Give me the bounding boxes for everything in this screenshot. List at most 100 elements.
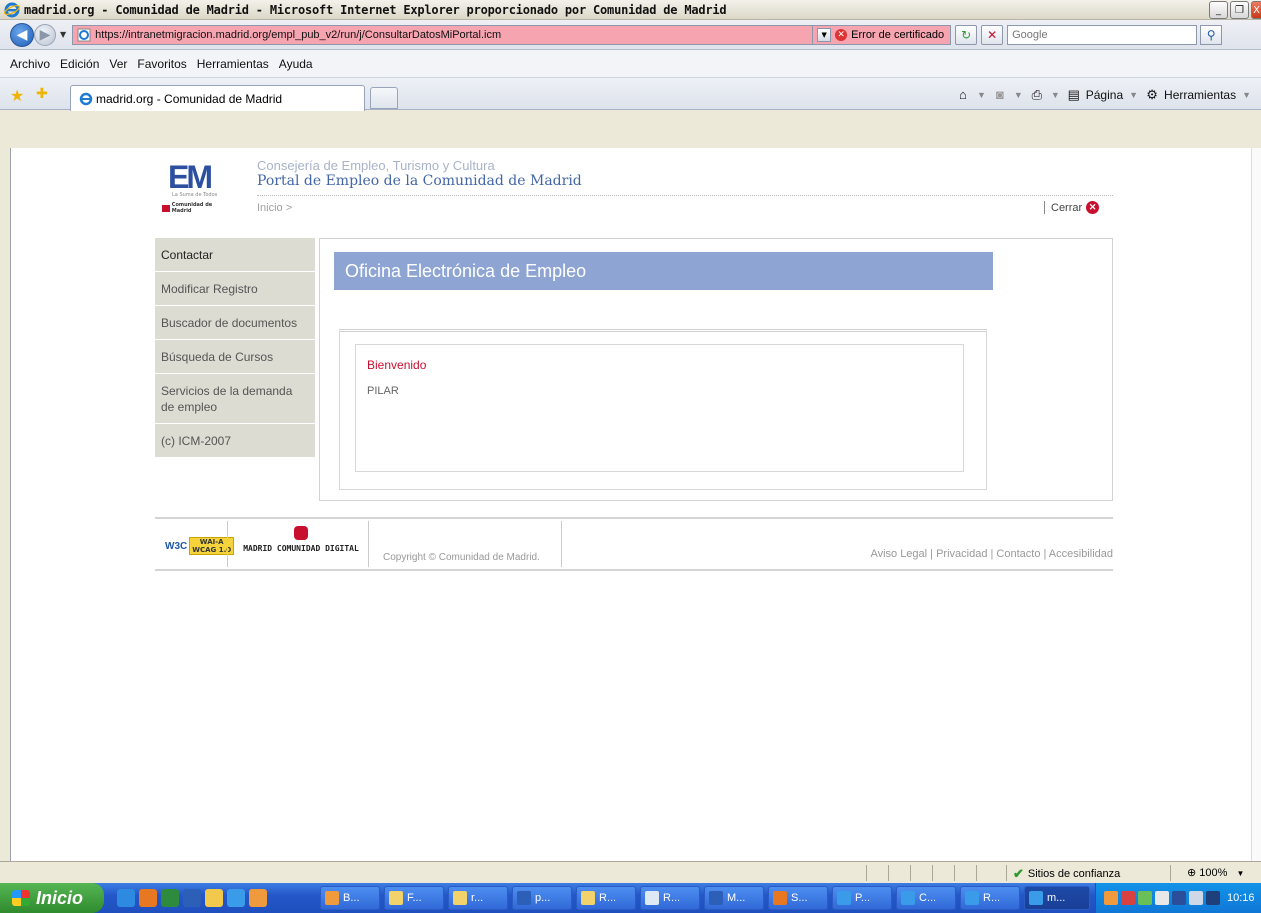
nav-item-busqueda-cursos[interactable]: Búsqueda de Cursos (155, 340, 315, 374)
page-title: Portal de Empleo de la Comunidad de Madr… (257, 173, 582, 189)
tray-monitor-icon[interactable] (1172, 891, 1186, 905)
user-name: PILAR (367, 385, 399, 397)
vertical-scrollbar[interactable] (1251, 148, 1261, 861)
taskbar-button-active[interactable]: m... (1024, 886, 1090, 910)
nav-item-copyright: (c) ICM-2007 (155, 424, 315, 458)
stop-button[interactable]: ✕ (981, 24, 1004, 45)
menu-favoritos[interactable]: Favoritos (132, 57, 191, 71)
taskbar-button[interactable]: B... (320, 886, 380, 910)
tray-clock-icon[interactable] (1189, 891, 1203, 905)
tools-menu[interactable]: Herramientas (1164, 88, 1236, 102)
refresh-button[interactable]: ↻ (955, 24, 978, 45)
close-icon: ✕ (1086, 201, 1100, 214)
feeds-icon[interactable]: ◙ (992, 87, 1008, 103)
start-button[interactable]: Inicio (0, 883, 104, 913)
taskbar-button[interactable]: p... (512, 886, 572, 910)
tab-active[interactable]: madrid.org - Comunidad de Madrid (70, 85, 365, 111)
minimize-button[interactable]: _ (1209, 1, 1228, 19)
tab-label: madrid.org - Comunidad de Madrid (96, 91, 283, 106)
ie-icon (965, 891, 979, 905)
taskbar-button[interactable]: R... (960, 886, 1020, 910)
taskbar-button[interactable]: M... (704, 886, 764, 910)
madrid-flag-icon (162, 204, 170, 212)
trusted-check-icon: ✔ (1013, 866, 1024, 881)
print-icon[interactable]: ⎙ (1029, 87, 1045, 103)
nav-item-contactar[interactable]: Contactar (155, 238, 315, 272)
comunidad-madrid-logo[interactable]: EM La Suma de Todos Comunidad de Madrid (162, 160, 232, 216)
footer-separator (561, 521, 562, 567)
quick-launch (117, 889, 267, 907)
volume-icon[interactable] (1155, 891, 1169, 905)
certificate-error-icon: ✕ (835, 28, 848, 41)
madrid-comunidad-digital-logo[interactable]: MADRID COMUNIDAD DIGITAL (241, 526, 361, 553)
footer-links[interactable]: Aviso Legal | Privacidad | Contacto | Ac… (870, 548, 1113, 560)
windows-taskbar: Inicio B... F... r... p... R... R... M..… (0, 883, 1261, 913)
command-bar: ⌂ ▼ ◙ ▼ ⎙ ▼ ▤ Página ▼ ⚙ Herramientas ▼ (955, 87, 1253, 103)
ie2-quicklaunch-icon[interactable] (227, 889, 245, 907)
mail-icon (453, 891, 467, 905)
tray-network-icon[interactable] (1138, 891, 1152, 905)
home-icon[interactable]: ⌂ (955, 87, 971, 103)
taskbar-button[interactable]: r... (448, 886, 508, 910)
search-input[interactable]: Google (1007, 24, 1198, 45)
word-quicklaunch-icon[interactable] (183, 889, 201, 907)
menu-edicion[interactable]: Edición (55, 57, 104, 71)
firefox-quicklaunch-icon[interactable] (139, 889, 157, 907)
forward-button[interactable]: ▶ (34, 23, 56, 46)
page-menu-icon: ▤ (1067, 87, 1080, 102)
taskbar-button[interactable]: C... (896, 886, 956, 910)
taskbar-button[interactable]: R... (576, 886, 636, 910)
menu-ayuda[interactable]: Ayuda (274, 57, 318, 71)
taskbar-button[interactable]: S... (768, 886, 828, 910)
close-session-label: Cerrar (1051, 201, 1083, 214)
address-dropdown-icon[interactable]: ▼ (817, 27, 832, 42)
taskbar-button[interactable]: R... (640, 886, 700, 910)
w3c-wai-badge[interactable]: W3C WAI-A WCAG 1.0 (165, 537, 235, 555)
zoom-icon: ⊕ (1187, 867, 1197, 879)
ie-quicklaunch-icon[interactable] (117, 889, 135, 907)
logo-tagline: La Suma de Todos (172, 192, 218, 198)
page-ie-icon (77, 28, 91, 41)
folder-quicklaunch-icon[interactable] (205, 889, 223, 907)
back-button[interactable]: ◀ (10, 22, 34, 47)
mcd-text: MADRID COMUNIDAD DIGITAL (243, 544, 359, 553)
certificate-error-area[interactable]: ▼ ✕ Error de certificado (813, 24, 952, 45)
breadcrumb[interactable]: Inicio > (257, 202, 292, 214)
zoom-level[interactable]: ⊕ 100% ▼ (1187, 866, 1244, 879)
taskbar-button[interactable]: P... (832, 886, 892, 910)
nav-item-buscador-documentos[interactable]: Buscador de documentos (155, 306, 315, 340)
new-tab-button[interactable] (370, 87, 398, 109)
header-divider (257, 195, 1113, 196)
address-field[interactable]: https://intranetmigracion.madrid.org/emp… (72, 24, 814, 45)
window-title-bar: madrid.org - Comunidad de Madrid - Micro… (0, 0, 1261, 20)
nav-item-modificar-registro[interactable]: Modificar Registro (155, 272, 315, 306)
tray-display-icon[interactable] (1206, 891, 1220, 905)
security-zone[interactable]: ✔ Sitios de confianza (1013, 866, 1120, 882)
close-window-button[interactable]: X (1251, 1, 1261, 19)
status-bar: ✔ Sitios de confianza ⊕ 100% ▼ (0, 861, 1261, 883)
page-menu[interactable]: Página (1086, 88, 1123, 102)
w3c-logo: W3C (165, 540, 188, 552)
add-favorite-icon[interactable]: ✚ (36, 86, 48, 102)
search-icon[interactable]: ⚲ (1200, 24, 1223, 45)
excel-quicklaunch-icon[interactable] (161, 889, 179, 907)
restore-button[interactable]: ❐ (1230, 1, 1249, 19)
footer-top-rule (155, 517, 1113, 519)
app-quicklaunch-icon[interactable] (249, 889, 267, 907)
welcome-heading: Bienvenido (367, 358, 427, 372)
nav-item-servicios-demanda[interactable]: Servicios de la demanda de empleo (155, 374, 315, 424)
history-dropdown-icon[interactable]: ▼ (60, 30, 66, 39)
tray-app-icon[interactable] (1104, 891, 1118, 905)
close-session-button[interactable]: Cerrar ✕ (1044, 201, 1100, 214)
favorites-star-icon[interactable]: ★ (10, 86, 24, 105)
taskbar-button[interactable]: F... (384, 886, 444, 910)
menu-ver[interactable]: Ver (104, 57, 132, 71)
address-toolbar: ◀ ▶ ▼ https://intranetmigracion.madrid.o… (0, 20, 1261, 50)
logo-org: Comunidad de Madrid (171, 202, 213, 214)
menu-archivo[interactable]: Archivo (5, 57, 55, 71)
tray-security-icon[interactable] (1121, 891, 1135, 905)
app-icon (325, 891, 339, 905)
system-clock[interactable]: 10:16 (1227, 892, 1255, 904)
menu-herramientas[interactable]: Herramientas (192, 57, 274, 71)
zoom-value: 100% (1199, 867, 1228, 879)
